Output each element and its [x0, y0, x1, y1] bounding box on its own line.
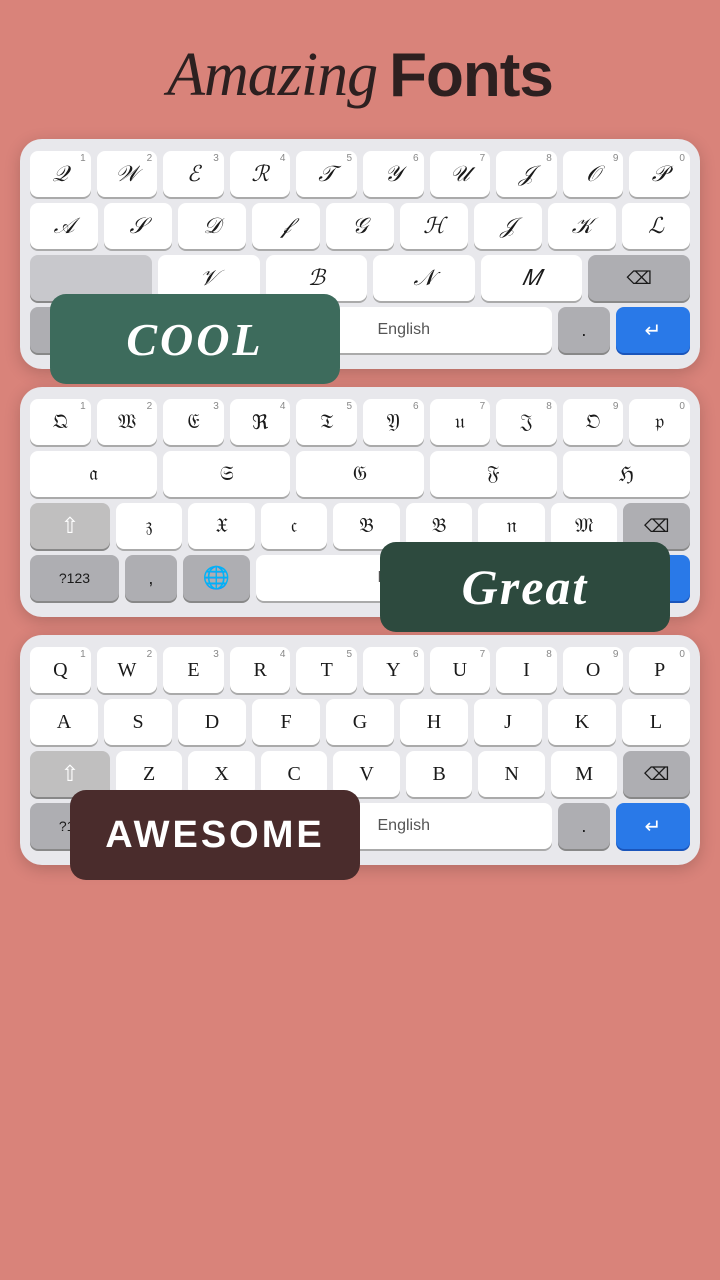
key[interactable]: 𝒥: [474, 203, 542, 249]
key[interactable]: L: [622, 699, 690, 745]
dot-key[interactable]: .: [558, 803, 610, 849]
key[interactable]: 6Y: [363, 647, 424, 693]
key[interactable]: H: [400, 699, 468, 745]
title-cursive: Amazing: [167, 40, 377, 111]
key[interactable]: 𝔞: [30, 451, 157, 497]
key[interactable]: 𝒩: [373, 255, 475, 301]
header: Amazing Fonts: [167, 40, 553, 111]
label-awesome: AWESOME: [70, 790, 360, 880]
kb3-row2: A S D F G H J K L: [30, 699, 690, 745]
key[interactable]: 1𝒬: [30, 151, 91, 197]
shift-key[interactable]: ⇧: [30, 503, 110, 549]
key[interactable]: 5T: [296, 647, 357, 693]
key[interactable]: 𝑀: [481, 255, 583, 301]
key[interactable]: 3ℰ: [163, 151, 224, 197]
keyboard-card-2: Great 1𝔔 2𝔚 3𝔈 4ℜ 5𝔗 6𝔜 7𝔲 8𝔍 9𝔒 0𝔭 𝔞 𝔖 …: [20, 387, 700, 617]
key[interactable]: B: [406, 751, 473, 797]
key[interactable]: 4R: [230, 647, 291, 693]
key[interactable]: 7𝒰: [430, 151, 491, 197]
backspace-key[interactable]: ⌫: [588, 255, 690, 301]
key[interactable]: 6𝒴: [363, 151, 424, 197]
return-key[interactable]: ↵: [616, 803, 690, 849]
backspace-key[interactable]: ⌫: [623, 751, 690, 797]
keyboard-card-3: AWESOME 1Q 2W 3E 4R 5T 6Y 7U 8I 9O 0P A …: [20, 635, 700, 865]
key[interactable]: 𝒢: [326, 203, 394, 249]
key[interactable]: 𝒻: [252, 203, 320, 249]
key[interactable]: K: [548, 699, 616, 745]
key[interactable]: 𝒟: [178, 203, 246, 249]
kb2-row1: 1𝔔 2𝔚 3𝔈 4ℜ 5𝔗 6𝔜 7𝔲 8𝔍 9𝔒 0𝔭: [30, 399, 690, 445]
key[interactable]: 2W: [97, 647, 158, 693]
kb2-row2: 𝔞 𝔖 𝔊 𝔉 ℌ: [30, 451, 690, 497]
key[interactable]: 𝔠: [261, 503, 328, 549]
key[interactable]: 5𝒯: [296, 151, 357, 197]
key[interactable]: 𝔷: [116, 503, 183, 549]
key[interactable]: 2𝒲: [97, 151, 158, 197]
key[interactable]: ℋ: [400, 203, 468, 249]
key[interactable]: 9𝔒: [563, 399, 624, 445]
key[interactable]: J: [474, 699, 542, 745]
label-great: Great: [380, 542, 670, 632]
key[interactable]: 𝔊: [296, 451, 423, 497]
key[interactable]: 3𝔈: [163, 399, 224, 445]
key[interactable]: ℌ: [563, 451, 690, 497]
key[interactable]: 9O: [563, 647, 624, 693]
key[interactable]: A: [30, 699, 98, 745]
key[interactable]: 2𝔚: [97, 399, 158, 445]
key[interactable]: 𝔛: [188, 503, 255, 549]
key[interactable]: 𝔉: [430, 451, 557, 497]
key[interactable]: 0𝒫: [629, 151, 690, 197]
key[interactable]: 8𝒥: [496, 151, 557, 197]
key[interactable]: M: [551, 751, 618, 797]
key[interactable]: 8𝔍: [496, 399, 557, 445]
key[interactable]: 𝒜: [30, 203, 98, 249]
key[interactable]: 4ℛ: [230, 151, 291, 197]
key[interactable]: 5𝔗: [296, 399, 357, 445]
key[interactable]: G: [326, 699, 394, 745]
key[interactable]: 4ℜ: [230, 399, 291, 445]
num-key[interactable]: ?123: [30, 555, 119, 601]
return-key[interactable]: ↵: [616, 307, 690, 353]
key[interactable]: 1𝔔: [30, 399, 91, 445]
kb1-row1: 1𝒬 2𝒲 3ℰ 4ℛ 5𝒯 6𝒴 7𝒰 8𝒥 9𝒪 0𝒫: [30, 151, 690, 197]
kb1-row2: 𝒜 𝒮 𝒟 𝒻 𝒢 ℋ 𝒥 𝒦 ℒ: [30, 203, 690, 249]
key[interactable]: 8I: [496, 647, 557, 693]
globe-key[interactable]: 🌐: [183, 555, 250, 601]
key[interactable]: 1Q: [30, 647, 91, 693]
key[interactable]: 0𝔭: [629, 399, 690, 445]
key[interactable]: 𝒦: [548, 203, 616, 249]
kb3-row1: 1Q 2W 3E 4R 5T 6Y 7U 8I 9O 0P: [30, 647, 690, 693]
label-cool: COOL: [50, 294, 340, 384]
key[interactable]: 6𝔜: [363, 399, 424, 445]
key[interactable]: ℒ: [622, 203, 690, 249]
key[interactable]: S: [104, 699, 172, 745]
title-bold: Fonts: [389, 40, 553, 111]
key[interactable]: 7U: [430, 647, 491, 693]
key[interactable]: D: [178, 699, 246, 745]
dot-key[interactable]: .: [558, 307, 610, 353]
key[interactable]: 𝔖: [163, 451, 290, 497]
key[interactable]: 0P: [629, 647, 690, 693]
key[interactable]: 𝒮: [104, 203, 172, 249]
comma-key[interactable]: ,: [125, 555, 177, 601]
key[interactable]: F: [252, 699, 320, 745]
keyboard-card-1: COOL 1𝒬 2𝒲 3ℰ 4ℛ 5𝒯 6𝒴 7𝒰 8𝒥 9𝒪 0𝒫 𝒜 𝒮 𝒟…: [20, 139, 700, 369]
key[interactable]: 9𝒪: [563, 151, 624, 197]
key[interactable]: 3E: [163, 647, 224, 693]
key[interactable]: 7𝔲: [430, 399, 491, 445]
key[interactable]: N: [478, 751, 545, 797]
